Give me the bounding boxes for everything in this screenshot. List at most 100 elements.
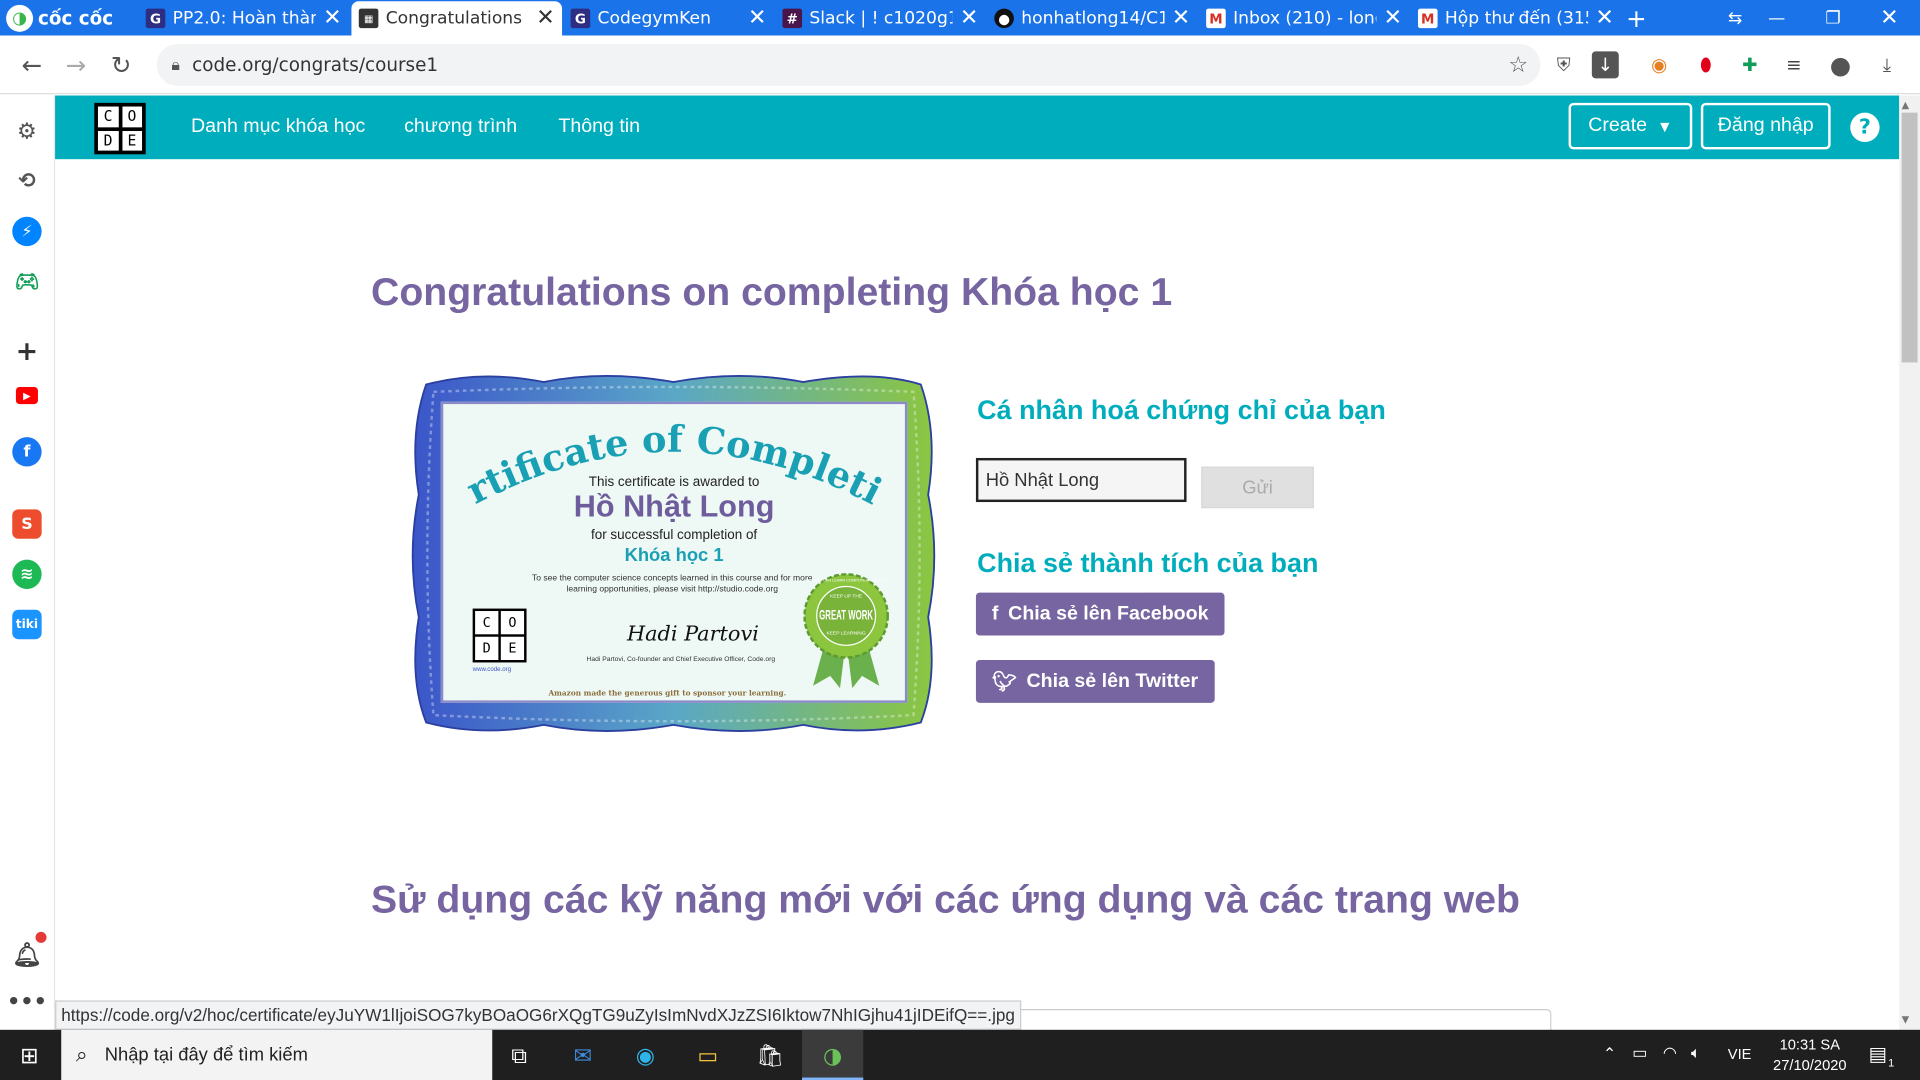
badge-top-text: KEEP UP THE: [830, 594, 863, 600]
tab-title: Inbox (210) - long: [1233, 8, 1377, 29]
facebook-icon[interactable]: f: [12, 437, 42, 467]
close-icon[interactable]: ✕: [1172, 7, 1190, 29]
clock-date: 27/10/2020: [1773, 1056, 1847, 1074]
login-label: Đăng nhập: [1717, 115, 1814, 136]
share-facebook-button[interactable]: f Chia sẻ lên Facebook: [975, 592, 1225, 636]
gmail-icon: M: [1206, 8, 1226, 29]
certificate-signature: Hadi Partovi: [626, 622, 759, 647]
extension-icon[interactable]: ◉: [1646, 51, 1673, 78]
create-label: Create: [1588, 115, 1648, 136]
login-button[interactable]: Đăng nhập: [1700, 102, 1831, 150]
search-icon: ⌕: [75, 1042, 88, 1066]
close-icon[interactable]: ✕: [1384, 7, 1402, 29]
nav-about[interactable]: Thông tin: [558, 116, 640, 138]
download-icon[interactable]: ⤓: [1873, 51, 1900, 78]
mail-app-icon[interactable]: ✉: [567, 1040, 599, 1072]
share-twitter-button[interactable]: 🐦︎ Chia sẻ lên Twitter: [975, 660, 1215, 703]
file-explorer-icon[interactable]: ▭: [692, 1040, 724, 1072]
history-icon[interactable]: ⟲: [12, 167, 41, 196]
codegym-icon: G: [570, 8, 591, 29]
facebook-f-icon: f: [991, 603, 999, 624]
notification-bell-icon[interactable]: 🔔︎: [12, 939, 42, 968]
task-view-icon[interactable]: ⧉: [503, 1040, 535, 1072]
tab-inbox[interactable]: M Inbox (210) - long ✕: [1199, 1, 1410, 35]
minimize-button[interactable]: —: [1749, 0, 1805, 36]
tray-overflow-icon[interactable]: ⌃: [1603, 1044, 1616, 1064]
create-button[interactable]: Create ▼: [1568, 102, 1693, 150]
tab-congratulations[interactable]: ▦ Congratulations | C ✕: [351, 1, 563, 36]
coccoc-logo-icon: ◑: [6, 4, 34, 32]
close-icon[interactable]: ✕: [748, 7, 766, 29]
submit-name-button[interactable]: Gửi: [1201, 466, 1314, 509]
great-work-badge-icon: KEEP UP THE GREAT WORK KEEP LEARNING ANY…: [803, 573, 889, 689]
close-icon[interactable]: ✕: [960, 7, 978, 29]
input-language[interactable]: VIE: [1728, 1046, 1752, 1063]
tab-title: Congratulations | C: [385, 8, 529, 29]
address-bar[interactable]: 🔒︎ code.org/congrats/course1 ☆: [156, 44, 1541, 86]
store-icon[interactable]: 🛍︎: [754, 1040, 786, 1072]
close-icon[interactable]: ✕: [323, 7, 341, 29]
tab-codegymken[interactable]: G CodegymKen ✕: [563, 1, 774, 35]
tiki-icon[interactable]: tiki: [12, 609, 42, 640]
tab-slack[interactable]: # Slack | ! c1020g1 | ✕: [775, 1, 986, 35]
coccoc-menu-button[interactable]: ◑ cốc cốc: [6, 4, 113, 33]
volume-icon[interactable]: 🔈︎: [1691, 1043, 1701, 1063]
tab-hop-thu[interactable]: M Hộp thư đến (315 ✕: [1411, 1, 1622, 35]
tab-pp2[interactable]: G PP2.0: Hoàn thành ✕: [138, 1, 349, 35]
settings-gear-icon[interactable]: ⚙: [12, 116, 41, 145]
close-window-button[interactable]: ✕: [1861, 0, 1917, 36]
badge-ring-text: ANYONE CAN LEARN COMPUTER SCIENCE: [805, 578, 887, 583]
coccoc-taskbar-button[interactable]: ◑: [802, 1029, 864, 1080]
browser-brand-label: cốc cốc: [37, 7, 114, 30]
star-icon[interactable]: ☆: [1508, 52, 1528, 78]
windows-start-icon[interactable]: ⊞: [13, 1040, 45, 1072]
add-icon[interactable]: +: [12, 336, 41, 367]
taskbar-search[interactable]: ⌕ Nhập tại đây để tìm kiếm: [61, 1029, 493, 1080]
code-org-logo[interactable]: C O D E: [94, 102, 146, 155]
messenger-icon[interactable]: ⚡: [12, 216, 42, 247]
scrollbar-thumb[interactable]: [1901, 112, 1918, 363]
logo-letter: O: [500, 611, 525, 635]
certificate-code-logo: C O D E: [472, 608, 527, 663]
clock-time: 10:31 SA: [1779, 1035, 1841, 1054]
wifi-icon[interactable]: ◠: [1663, 1043, 1677, 1063]
close-icon[interactable]: ✕: [536, 7, 554, 29]
tab-title: CodegymKen: [597, 8, 711, 29]
logo-letter: E: [121, 130, 143, 151]
puzzle-icon[interactable]: ✚: [1736, 51, 1763, 78]
help-icon[interactable]: ?: [1850, 112, 1880, 143]
codegym-icon: G: [145, 8, 166, 29]
browser-toolbar: ← → ↻ 🔒︎ code.org/congrats/course1 ☆ ⛨ ↓…: [0, 35, 1920, 95]
certificate-name-input[interactable]: [975, 457, 1187, 503]
profile-icon[interactable]: ●: [1827, 50, 1854, 79]
forward-button[interactable]: →: [58, 47, 95, 84]
tab-github[interactable]: ● honhatlong14/C1C ✕: [987, 1, 1198, 35]
nav-programs[interactable]: chương trình: [404, 116, 517, 138]
nav-course-catalog[interactable]: Danh mục khóa học: [191, 116, 365, 138]
close-icon[interactable]: ✕: [1595, 7, 1613, 29]
playlist-icon[interactable]: ≡: [1780, 51, 1807, 78]
gmail-icon: M: [1417, 8, 1438, 29]
download-box-icon[interactable]: ↓: [1591, 51, 1619, 79]
shopee-icon[interactable]: S: [12, 509, 42, 539]
link-status-bar: https://code.org/v2/hoc/certificate/eyJu…: [55, 1000, 1022, 1030]
action-center-icon[interactable]: ▤: [1869, 1042, 1888, 1066]
battery-icon[interactable]: ▭: [1632, 1043, 1647, 1063]
share-twitter-label: Chia sẻ lên Twitter: [1026, 670, 1199, 692]
logo-letter: E: [500, 636, 525, 661]
youtube-icon[interactable]: ▶: [15, 386, 38, 405]
edge-icon[interactable]: ◉: [629, 1040, 661, 1072]
game-controller-icon[interactable]: 🎮︎: [12, 266, 41, 295]
spotify-icon[interactable]: ≋: [12, 559, 42, 589]
scroll-up-icon[interactable]: ▲: [1902, 99, 1910, 110]
badge-main-text: GREAT WORK: [819, 608, 873, 623]
shield-icon[interactable]: ⛨: [1550, 51, 1577, 78]
restore-button[interactable]: ❐: [1805, 0, 1861, 36]
scroll-down-icon[interactable]: ▼: [1902, 1014, 1910, 1025]
reload-button[interactable]: ↻: [103, 47, 140, 84]
back-button[interactable]: ←: [13, 47, 50, 84]
system-clock[interactable]: 10:31 SA 27/10/2020: [1769, 1035, 1850, 1077]
opera-icon[interactable]: ⬮: [1692, 51, 1719, 78]
new-tab-button[interactable]: +: [1626, 4, 1647, 33]
more-icon[interactable]: •••: [7, 987, 47, 1016]
